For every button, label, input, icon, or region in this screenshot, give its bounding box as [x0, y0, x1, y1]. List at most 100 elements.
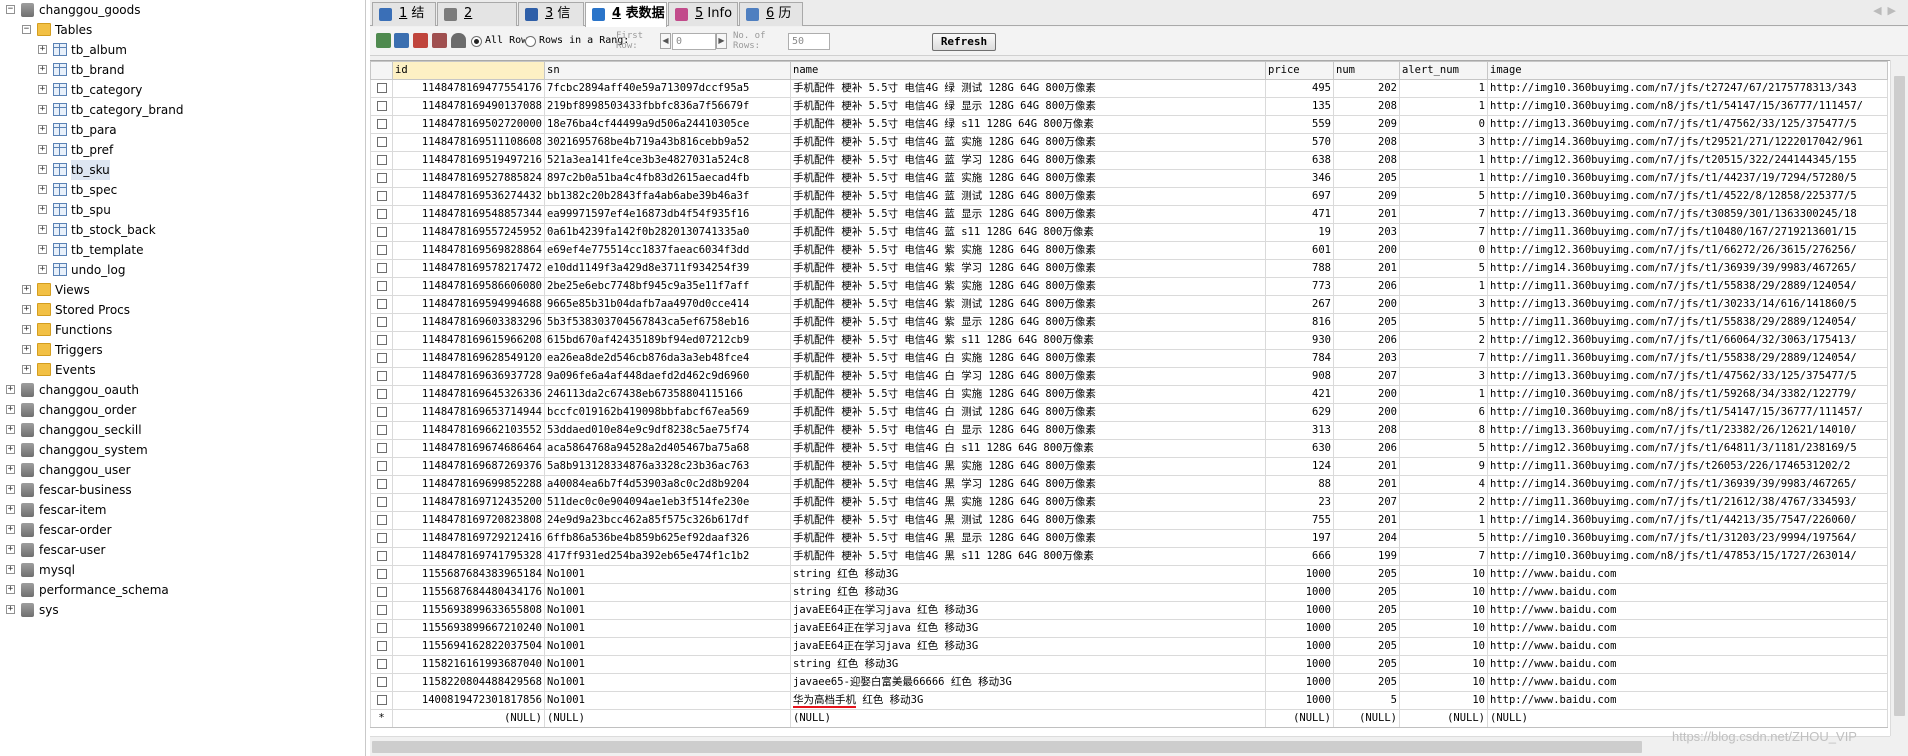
table-row[interactable]: 1158216161993687040 No1001 string 红色 移动3G 1…: [370, 655, 1888, 674]
cell-num[interactable]: 205: [1333, 619, 1400, 638]
table-row[interactable]: 1400819472301817856 No1001 华为高档手机 红色 移动3G 1…: [370, 691, 1888, 710]
cell-id[interactable]: 1148478169674686464: [392, 439, 545, 458]
table-row[interactable]: 1148478169729212416 6ffb86a536be4b859b625…: [370, 529, 1888, 548]
cell-image[interactable]: http://img13.360buyimg.com/n7/jfs/t30859…: [1487, 205, 1888, 224]
cell-num[interactable]: 200: [1333, 295, 1400, 314]
cell-num[interactable]: 205: [1333, 583, 1400, 602]
cell-num[interactable]: 200: [1333, 385, 1400, 404]
table-row[interactable]: 1158220804488429568 No1001 javaee65-迎娶白富美最…: [370, 673, 1888, 692]
table-row[interactable]: 1148478169720823808 24e9d9a23bcc462a85f57…: [370, 511, 1888, 530]
cell-num[interactable]: 205: [1333, 313, 1400, 332]
cell-alert_num[interactable]: 1: [1399, 169, 1488, 188]
cell-sn[interactable]: 5a8b913128334876a3328c23b36ac763: [544, 457, 791, 476]
expand-icon[interactable]: +: [22, 325, 31, 334]
row-checkbox-cell[interactable]: [370, 619, 393, 638]
cell-num[interactable]: 208: [1333, 421, 1400, 440]
cell-price[interactable]: 601: [1265, 241, 1334, 260]
expand-icon[interactable]: +: [38, 205, 47, 214]
cell-num[interactable]: 205: [1333, 601, 1400, 620]
expand-icon[interactable]: +: [6, 605, 15, 614]
row-checkbox-cell[interactable]: [370, 529, 393, 548]
null-cell[interactable]: (NULL): [1399, 709, 1488, 728]
cell-num[interactable]: 203: [1333, 349, 1400, 368]
cell-sn[interactable]: 6ffb86a536be4b859b625ef92daaf326: [544, 529, 791, 548]
table-row[interactable]: 1148478169712435200 511dec0c0e904094ae1eb…: [370, 493, 1888, 512]
null-cell[interactable]: (NULL): [1265, 709, 1334, 728]
vertical-scrollbar[interactable]: [1890, 60, 1908, 736]
cell-id[interactable]: 1148478169720823808: [392, 511, 545, 530]
tab-scroll-arrows[interactable]: ◀▶: [1873, 4, 1902, 17]
cell-sn[interactable]: 18e76ba4cf44499a9d506a24410305ce: [544, 115, 791, 134]
cell-alert_num[interactable]: 0: [1399, 241, 1488, 260]
cell-num[interactable]: 205: [1333, 673, 1400, 692]
row-checkbox-cell[interactable]: [370, 151, 393, 170]
db-node[interactable]: + fescar-user: [0, 540, 365, 560]
expand-icon[interactable]: +: [6, 405, 15, 414]
cell-image[interactable]: http://www.baidu.com: [1487, 619, 1888, 638]
cell-price[interactable]: 1000: [1265, 655, 1334, 674]
cell-image[interactable]: http://img10.360buyimg.com/n8/jfs/t1/592…: [1487, 385, 1888, 404]
cell-alert_num[interactable]: 1: [1399, 97, 1488, 116]
table-row[interactable]: 1148478169586606080 2be25e6ebc7748bf945c9…: [370, 277, 1888, 296]
cell-image[interactable]: http://www.baidu.com: [1487, 583, 1888, 602]
cell-alert_num[interactable]: 5: [1399, 529, 1488, 548]
cell-image[interactable]: http://img12.360buyimg.com/n7/jfs/t1/662…: [1487, 241, 1888, 260]
cell-num[interactable]: 205: [1333, 169, 1400, 188]
expand-icon[interactable]: +: [38, 45, 47, 54]
cell-alert_num[interactable]: 6: [1399, 403, 1488, 422]
cell-sn[interactable]: 53ddaed010e84e9c9df8238c5ae75f74: [544, 421, 791, 440]
row-checkbox[interactable]: [376, 533, 387, 543]
cell-sn[interactable]: a40084ea6b7f4d53903a8c0c2d8b9204: [544, 475, 791, 494]
cell-name[interactable]: 手机配件 梗补 5.5寸 电信4G 紫 显示 128G 64G 800万像素: [790, 313, 1266, 332]
cell-price[interactable]: 135: [1265, 97, 1334, 116]
row-checkbox-cell[interactable]: [370, 97, 393, 116]
tab-表数据[interactable]: 4 表数据: [585, 2, 667, 27]
table-row[interactable]: 1148478169653714944 bccfc019162b419098bbf…: [370, 403, 1888, 422]
cell-sn[interactable]: No1001: [544, 601, 791, 620]
cell-price[interactable]: 697: [1265, 187, 1334, 206]
cell-name[interactable]: 手机配件 梗补 5.5寸 电信4G 蓝 显示 128G 64G 800万像素: [790, 205, 1266, 224]
row-checkbox-cell[interactable]: [370, 583, 393, 602]
table-row[interactable]: 1148478169687269376 5a8b913128334876a3328…: [370, 457, 1888, 476]
row-checkbox[interactable]: [376, 83, 387, 93]
cell-sn[interactable]: 24e9d9a23bcc462a85f575c326b617df: [544, 511, 791, 530]
expand-icon[interactable]: +: [6, 565, 15, 574]
cell-num[interactable]: 208: [1333, 151, 1400, 170]
new-row[interactable]: * (NULL) (NULL) (NULL) (NULL) (NULL) (NULL) (NU…: [370, 709, 1888, 728]
db-node[interactable]: + changgou_oauth: [0, 380, 365, 400]
cell-id[interactable]: 1148478169490137088: [392, 97, 545, 116]
column-header-num[interactable]: num: [1333, 61, 1400, 80]
table-row[interactable]: 1148478169548857344 ea99971597ef4e16873db…: [370, 205, 1888, 224]
cell-id[interactable]: 1155687684383965184: [392, 565, 545, 584]
next-page-button[interactable]: ▶: [716, 33, 727, 49]
table-row[interactable]: 1148478169615966208 615bd670af42435189bf9…: [370, 331, 1888, 350]
cell-alert_num[interactable]: 1: [1399, 385, 1488, 404]
insert-row-icon[interactable]: [376, 33, 391, 48]
cell-alert_num[interactable]: 7: [1399, 223, 1488, 242]
cell-name[interactable]: 手机配件 梗补 5.5寸 电信4G 紫 实施 128G 64G 800万像素: [790, 241, 1266, 260]
cell-id[interactable]: 1148478169527885824: [392, 169, 545, 188]
row-checkbox[interactable]: [376, 173, 387, 183]
cell-image[interactable]: http://img13.360buyimg.com/n7/jfs/t1/233…: [1487, 421, 1888, 440]
table-row[interactable]: 1155687684480434176 No1001 string 红色 移动3G 1…: [370, 583, 1888, 602]
cell-id[interactable]: 1148478169699852288: [392, 475, 545, 494]
cell-price[interactable]: 755: [1265, 511, 1334, 530]
cell-price[interactable]: 1000: [1265, 619, 1334, 638]
table-row[interactable]: 1148478169527885824 897c2b0a51ba4c4fb83d2…: [370, 169, 1888, 188]
cell-image[interactable]: http://img12.360buyimg.com/n7/jfs/t1/660…: [1487, 331, 1888, 350]
expand-icon[interactable]: +: [38, 105, 47, 114]
row-checkbox[interactable]: [376, 137, 387, 147]
cell-price[interactable]: 88: [1265, 475, 1334, 494]
cell-image[interactable]: http://www.baidu.com: [1487, 601, 1888, 620]
cell-price[interactable]: 1000: [1265, 601, 1334, 620]
cell-name[interactable]: 手机配件 梗补 5.5寸 电信4G 紫 测试 128G 64G 800万像素: [790, 295, 1266, 314]
expand-icon[interactable]: +: [6, 445, 15, 454]
cell-alert_num[interactable]: 10: [1399, 601, 1488, 620]
row-checkbox-cell[interactable]: [370, 277, 393, 296]
cell-alert_num[interactable]: 4: [1399, 475, 1488, 494]
row-checkbox[interactable]: [376, 569, 387, 579]
cell-price[interactable]: 313: [1265, 421, 1334, 440]
cell-sn[interactable]: 9a096fe6a4af448daefd2d462c9d6960: [544, 367, 791, 386]
row-checkbox-cell[interactable]: [370, 457, 393, 476]
cell-image[interactable]: http://img10.360buyimg.com/n8/jfs/t1/478…: [1487, 547, 1888, 566]
